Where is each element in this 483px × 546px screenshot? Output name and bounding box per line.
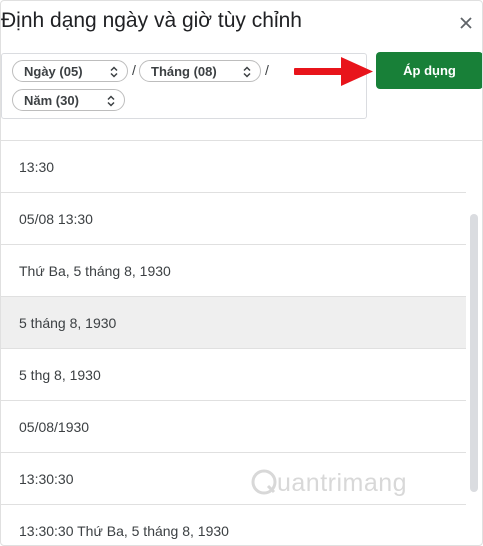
date-time-format-dialog: Định dạng ngày và giờ tùy chỉnh Ngày (05… [0,0,483,546]
chevron-up-down-icon [107,95,115,107]
format-option-2[interactable]: 05/08 13:30 [1,193,466,245]
chip-month[interactable]: Tháng (08) [139,60,261,82]
close-icon [460,17,472,29]
scrollbar-thumb[interactable] [470,214,478,492]
chevron-up-down-icon [110,66,118,78]
format-separator: / [132,62,136,78]
dialog-title: Định dạng ngày và giờ tùy chỉnh [1,9,302,32]
format-option-3[interactable]: Thứ Ba, 5 tháng 8, 1930 [1,245,466,297]
close-button[interactable] [456,13,476,33]
format-separator: / [265,62,269,78]
chip-day-label: Ngày (05) [24,63,83,79]
chevron-up-down-icon [243,66,251,78]
format-option-8[interactable]: 13:30:30 Thứ Ba, 5 tháng 8, 1930 [1,505,466,545]
format-option-6[interactable]: 05/08/1930 [1,401,466,453]
format-option-4[interactable]: 5 tháng 8, 1930 [1,297,466,349]
format-option-5[interactable]: 5 thg 8, 1930 [1,349,466,401]
format-list: 13:30 05/08 13:30 Thứ Ba, 5 tháng 8, 193… [1,141,466,545]
chip-month-label: Tháng (08) [151,63,217,79]
format-option-1[interactable]: 13:30 [1,141,466,193]
apply-button[interactable]: Áp dụng [376,52,482,89]
chip-day[interactable]: Ngày (05) [12,60,128,82]
format-option-7[interactable]: 13:30:30 [1,453,466,505]
chip-year[interactable]: Năm (30) [12,89,125,111]
red-arrow-annotation [294,57,373,86]
chip-year-label: Năm (30) [24,92,79,108]
